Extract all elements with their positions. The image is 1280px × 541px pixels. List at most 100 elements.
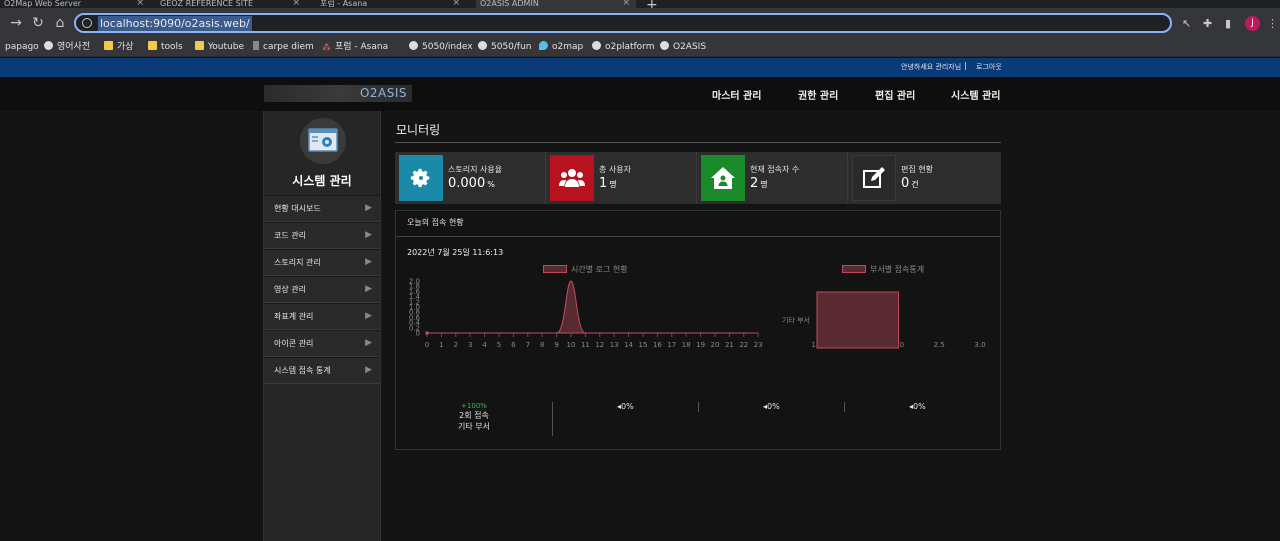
- bookmark-label: 5050/index: [422, 42, 473, 52]
- bookmark-item[interactable]: carpe diem: [253, 40, 314, 54]
- sidebar: 시스템 관리 현황 대시보드 ▶ 코드 관리 ▶ 스토리지 관리 ▶ 영상 관리 ▶ 좌…: [263, 111, 381, 541]
- divider: [395, 142, 1001, 143]
- nav-permission[interactable]: 권한 관리: [798, 87, 838, 102]
- top-user-bar: 안녕하세요 관리자님 | 로그아웃: [0, 58, 1280, 77]
- chevron-right-icon: ▶: [365, 203, 372, 213]
- bookmark-item[interactable]: O2ASIS: [660, 40, 706, 54]
- nav-system[interactable]: 시스템 관리: [951, 87, 1000, 102]
- home-icon[interactable]: ⌂: [52, 15, 68, 31]
- browser-tab-active[interactable]: O2ASIS ADMIN ×: [476, 0, 636, 8]
- close-icon[interactable]: ×: [292, 0, 300, 8]
- x-tick-label: 7: [526, 341, 530, 349]
- x-tick-label: 18: [682, 341, 691, 349]
- stat-unit: 명: [609, 180, 617, 189]
- sidebar-item-access-stats[interactable]: 시스템 접속 통계 ▶: [264, 357, 380, 384]
- bookmark-item[interactable]: tools: [148, 40, 183, 54]
- bookmark-item[interactable]: ⁂ 포럼 - Asana: [322, 40, 388, 54]
- forward-icon[interactable]: →: [8, 15, 24, 31]
- sidebar-item-code[interactable]: 코드 관리 ▶: [264, 222, 380, 249]
- bookmark-item[interactable]: 가상: [104, 40, 134, 54]
- bookmark-item[interactable]: papago: [5, 40, 39, 54]
- bookmark-item[interactable]: 영어사전: [44, 40, 90, 54]
- menu-icon[interactable]: ⋮: [1267, 17, 1278, 30]
- current-datetime: 2022년 7월 25일 11:6:13: [407, 248, 504, 257]
- pen-icon: [253, 41, 259, 50]
- sidebar-menu: 현황 대시보드 ▶ 코드 관리 ▶ 스토리지 관리 ▶ 영상 관리 ▶ 좌표계 관리 ▶ …: [264, 195, 380, 384]
- bookmark-label: o2platform: [605, 42, 655, 52]
- nav-master[interactable]: 마스터 관리: [712, 87, 761, 102]
- bookmark-label: 가상: [117, 42, 134, 52]
- browser-tab[interactable]: 포럼 - Asana ×: [316, 0, 466, 8]
- close-icon[interactable]: ×: [452, 0, 460, 8]
- tab-title: O2Map Web Server: [4, 0, 82, 8]
- sidebar-item-image[interactable]: 영상 관리 ▶: [264, 276, 380, 303]
- sidebar-item-dashboard[interactable]: 현황 대시보드 ▶: [264, 195, 380, 222]
- x-tick-label: 17: [667, 341, 676, 349]
- divider: |: [964, 61, 967, 70]
- browser-tab[interactable]: O2Map Web Server ×: [0, 0, 150, 8]
- stat-value: 0.000%: [448, 176, 495, 191]
- summary-row: +100% 2회 접속 기타 부서 ◂0% ◂0% ◂0%: [396, 402, 1000, 442]
- legend-swatch: [842, 265, 866, 273]
- bookmark-label: papago: [5, 42, 39, 52]
- x-tick-label: 19: [696, 341, 705, 349]
- folder-icon: [195, 41, 204, 50]
- stat-card-users: 총 사용자 1명: [546, 152, 697, 204]
- x-tick-label: 20: [711, 341, 720, 349]
- bookmark-label: 5050/fun: [491, 42, 532, 52]
- browser-tab[interactable]: GEOZ REFERENCE SITE ×: [156, 0, 306, 8]
- sidebar-item-storage[interactable]: 스토리지 관리 ▶: [264, 249, 380, 276]
- bookmark-label: carpe diem: [263, 42, 314, 52]
- chevron-right-icon: ▶: [365, 365, 372, 375]
- stat-card-storage: 스토리지 사용율 0.000%: [395, 152, 546, 204]
- site-info-icon[interactable]: [82, 18, 92, 28]
- edit-icon: [852, 155, 896, 201]
- y-category-label: 기타 부서: [782, 316, 810, 325]
- sidebar-item-icon[interactable]: 아이콘 관리 ▶: [264, 330, 380, 357]
- sidebar-item-label: 시스템 접속 통계: [274, 366, 331, 375]
- stat-label: 편집 현황: [901, 165, 933, 174]
- close-icon[interactable]: ×: [136, 0, 144, 8]
- x-tick-label: 9: [554, 341, 558, 349]
- bookmark-item[interactable]: o2map: [539, 40, 583, 54]
- bookmark-item[interactable]: Youtube: [195, 40, 244, 54]
- x-tick-label: 1: [439, 341, 443, 349]
- profile-avatar[interactable]: J: [1245, 16, 1260, 31]
- logo[interactable]: O2ASIS: [264, 85, 412, 102]
- bookmark-item[interactable]: 5050/index: [409, 40, 473, 54]
- bookmark-label: tools: [161, 42, 183, 52]
- globe-icon: [592, 41, 601, 50]
- bookmark-label: Youtube: [208, 42, 244, 52]
- sidepanel-icon[interactable]: ▮: [1225, 17, 1231, 30]
- extensions-icon[interactable]: ✚: [1203, 17, 1212, 30]
- sidebar-item-label: 코드 관리: [274, 231, 306, 240]
- reload-icon[interactable]: ↻: [30, 15, 46, 31]
- y-tick-label: 2.0: [409, 278, 420, 286]
- cursor-extension-icon[interactable]: ↖: [1182, 17, 1191, 30]
- x-tick-label: 0: [425, 341, 429, 349]
- stat-label: 총 사용자: [599, 165, 631, 174]
- system-settings-icon: [300, 118, 346, 164]
- x-tick-label: 12: [595, 341, 604, 349]
- sidebar-item-crs[interactable]: 좌표계 관리 ▶: [264, 303, 380, 330]
- stat-unit: %: [487, 180, 495, 189]
- divider: [552, 402, 553, 436]
- x-tick-label: 6: [511, 341, 516, 349]
- x-tick-label: 2.5: [934, 341, 945, 349]
- bookmark-label: o2map: [552, 42, 584, 52]
- bookmark-item[interactable]: o2platform: [592, 40, 654, 54]
- logout-link[interactable]: 로그아웃: [976, 62, 1002, 72]
- nav-edit[interactable]: 편집 관리: [875, 87, 915, 102]
- x-tick-label: 23: [754, 341, 763, 349]
- url-text[interactable]: localhost:9090/o2asis.web/: [98, 16, 252, 31]
- stat-unit: 명: [760, 180, 768, 189]
- stat-value: 2명: [750, 176, 768, 191]
- chevron-right-icon: ▶: [365, 257, 372, 267]
- summary-first: +100% 2회 접속 기타 부서: [396, 402, 552, 432]
- x-tick-label: 10: [567, 341, 576, 349]
- divider: [698, 402, 699, 412]
- address-bar[interactable]: localhost:9090/o2asis.web/: [74, 13, 1172, 33]
- close-icon[interactable]: ×: [622, 0, 630, 8]
- bookmark-item[interactable]: 5050/fun: [478, 40, 532, 54]
- panel-title: 오늘의 접속 현황: [407, 218, 464, 227]
